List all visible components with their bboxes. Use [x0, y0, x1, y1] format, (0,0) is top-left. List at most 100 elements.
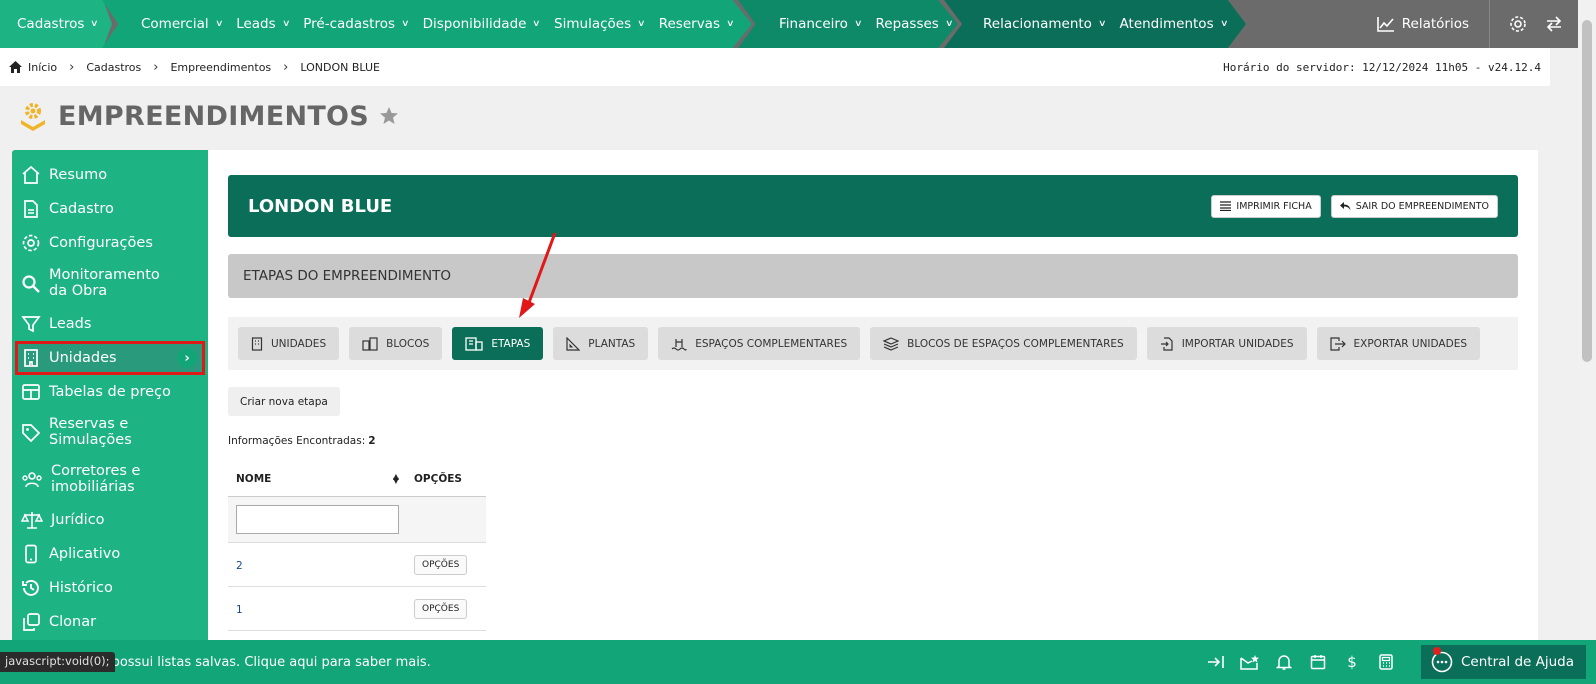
reports-link[interactable]: Relatórios	[1357, 0, 1490, 48]
calendar-button[interactable]	[1301, 654, 1335, 670]
nav-item-relacionamento[interactable]: Relacionamento ∨	[976, 16, 1113, 32]
mail-star-icon	[1240, 655, 1259, 670]
breadcrumb-cadastros[interactable]: Cadastros	[86, 61, 141, 74]
scale-icon	[21, 512, 43, 529]
tab-exportar-unidades[interactable]: EXPORTAR UNIDADES	[1316, 327, 1480, 360]
gear-icon	[1510, 16, 1526, 32]
sidebar-item-resumo[interactable]: Resumo	[12, 158, 208, 192]
nav-item-atendimentos[interactable]: Atendimentos ∨	[1113, 16, 1235, 32]
nav-item-financeiro[interactable]: Financeiro ∨	[772, 16, 869, 32]
sidebar-item-configuracoes[interactable]: Configurações	[12, 226, 208, 260]
column-nome[interactable]: NOME ▲ ▼	[228, 472, 407, 485]
create-stage-button[interactable]: Criar nova etapa	[228, 387, 340, 416]
sort-icon[interactable]: ▲ ▼	[393, 472, 399, 484]
chevron-right-icon: ›	[283, 59, 289, 75]
section-title: ETAPAS DO EMPREENDIMENTO	[228, 254, 1518, 298]
print-sheet-button[interactable]: IMPRIMIR FICHA	[1211, 194, 1321, 218]
sidebar-item-corretores[interactable]: Corretores e imobiliárias	[12, 456, 208, 503]
breadcrumb-empreendimentos[interactable]: Empreendimentos	[170, 61, 271, 74]
tab-etapas[interactable]: ETAPAS	[452, 327, 544, 360]
tag-icon	[22, 423, 41, 442]
settings-button[interactable]	[1500, 0, 1536, 48]
options-button[interactable]: OPÇÕES	[414, 598, 468, 619]
file-export-icon	[1329, 336, 1346, 351]
nav-item-repasses[interactable]: Repasses ∨	[869, 16, 958, 32]
nav-item-reservas[interactable]: Reservas ∨	[652, 16, 741, 32]
tab-unidades[interactable]: UNIDADES	[238, 327, 340, 360]
project-name: LONDON BLUE	[248, 195, 393, 217]
finance-button[interactable]: $	[1335, 653, 1369, 671]
search-icon	[22, 274, 40, 293]
breadcrumb-home[interactable]: Início	[9, 61, 57, 74]
stage-name[interactable]: 2	[228, 558, 407, 572]
scrollbar-thumb[interactable]	[1582, 20, 1592, 362]
document-icon	[24, 200, 38, 218]
chevron-down-icon: ∨	[944, 19, 954, 29]
stage-name[interactable]: 1	[228, 602, 407, 616]
swap-arrows-icon	[1546, 16, 1562, 32]
notifications-button[interactable]	[1267, 654, 1301, 670]
favorite-star-icon[interactable]	[379, 106, 399, 126]
tab-blocos-espacos-complementares[interactable]: BLOCOS DE ESPAÇOS COMPLEMENTARES	[870, 327, 1137, 360]
sidebar-item-clonar[interactable]: Clonar	[12, 605, 208, 639]
options-button[interactable]: OPÇÕES	[414, 554, 468, 575]
filter-row	[228, 497, 486, 543]
tab-blocos[interactable]: BLOCOS	[349, 327, 443, 360]
nav-item-cadastros[interactable]: Cadastros ∨	[10, 16, 105, 32]
exit-project-button[interactable]: SAIR DO EMPREENDIMENTO	[1330, 194, 1498, 218]
chart-line-icon	[1376, 17, 1394, 32]
sidebar-item-tabelas-de-preco[interactable]: Tabelas de preço	[12, 375, 208, 409]
header-actions: IMPRIMIR FICHA SAIR DO EMPREENDIMENTO	[1211, 194, 1498, 218]
sidebar-item-historico[interactable]: Histórico	[12, 571, 208, 605]
sidebar-item-reservas[interactable]: Reservas e Simulações	[12, 409, 208, 456]
collapse-button[interactable]	[1199, 655, 1233, 669]
nav-item-simulacoes[interactable]: Simulações ∨	[547, 16, 652, 32]
top-navigation: Cadastros ∨ Comercial ∨ Leads ∨ Pré-cadastr…	[0, 0, 1578, 48]
sidebar-item-monitoramento[interactable]: Monitoramento da Obra	[12, 260, 208, 307]
sidebar-item-leads[interactable]: Leads	[12, 307, 208, 341]
nav-item-pre-cadastros[interactable]: Pré-cadastros ∨	[296, 16, 415, 32]
calculator-button[interactable]	[1369, 654, 1403, 670]
nav-group-cadastros: Cadastros ∨	[0, 0, 112, 48]
sidebar-item-unidades[interactable]: Unidades ›	[15, 341, 205, 375]
chevron-down-icon: ∨	[281, 19, 291, 29]
nav-item-leads[interactable]: Leads ∨	[229, 16, 296, 32]
nav-right-tools: Relatórios	[1246, 0, 1578, 48]
home-icon	[9, 61, 22, 73]
notification-dot	[1433, 647, 1441, 655]
stages-table: NOME ▲ ▼ OPÇÕES 2 OPÇÕES 1 OPÇÕES	[228, 461, 486, 631]
phone-icon	[25, 544, 37, 564]
home-icon	[22, 165, 40, 184]
mail-button[interactable]	[1233, 654, 1267, 670]
chevron-down-icon: ∨	[725, 19, 735, 29]
bottom-tools: $ Central de Ajuda	[1199, 640, 1596, 684]
nav-group-comercial: Comercial ∨ Leads ∨ Pré-cadastros ∨ Disponi…	[102, 0, 752, 48]
chevron-right-icon: ›	[69, 59, 75, 75]
bell-icon	[1276, 655, 1292, 670]
help-center-button[interactable]: Central de Ajuda	[1421, 645, 1586, 679]
nav-group-relacionamento: Relacionamento ∨ Atendimentos ∨	[944, 0, 1246, 48]
sidebar-item-juridico[interactable]: Jurídico	[12, 503, 208, 537]
nav-group-financeiro: Financeiro ∨ Repasses ∨	[738, 0, 958, 48]
reply-arrow-icon	[1339, 202, 1351, 211]
column-opcoes: OPÇÕES	[414, 472, 462, 485]
tab-espacos-complementares[interactable]: ESPAÇOS COMPLEMENTARES	[658, 327, 861, 360]
chevron-right-icon: ›	[177, 348, 197, 368]
gear-icon	[22, 234, 40, 252]
name-filter-input[interactable]	[236, 505, 399, 534]
sidebar-item-cadastro[interactable]: Cadastro	[12, 192, 208, 226]
main-panel: LONDON BLUE IMPRIMIR FICHA SAIR DO EMPRE…	[208, 150, 1538, 640]
switch-button[interactable]	[1536, 0, 1572, 48]
sidebar-item-aplicativo[interactable]: Aplicativo	[12, 537, 208, 571]
breadcrumb-current: LONDON BLUE	[300, 60, 380, 74]
pool-icon	[671, 338, 687, 351]
history-icon	[22, 580, 39, 596]
project-header: LONDON BLUE IMPRIMIR FICHA SAIR DO EMPRE…	[228, 175, 1518, 237]
tab-importar-unidades[interactable]: IMPORTAR UNIDADES	[1146, 327, 1307, 360]
nav-item-comercial[interactable]: Comercial ∨	[134, 16, 229, 32]
chevron-down-icon: ∨	[401, 19, 410, 29]
chevron-down-icon: ∨	[637, 19, 646, 29]
nav-item-disponibilidade[interactable]: Disponibilidade ∨	[416, 16, 547, 32]
sidebar: Resumo Cadastro Configurações Monitorame…	[12, 150, 208, 640]
tab-plantas[interactable]: PLANTAS	[553, 327, 649, 360]
